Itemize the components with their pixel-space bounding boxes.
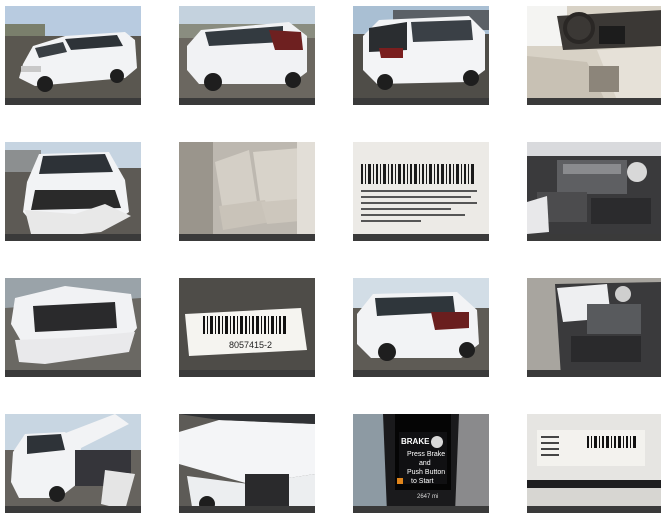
car-front-left-image xyxy=(5,6,141,105)
front-damage-image xyxy=(5,142,141,241)
photo-thumbnail-11[interactable] xyxy=(353,278,489,377)
photo-thumbnail-3[interactable] xyxy=(353,6,489,105)
photo-thumbnail-2[interactable] xyxy=(179,6,315,105)
cluster-line-1: Press Brake xyxy=(407,451,445,458)
cluster-brake-title: BRAKE xyxy=(401,437,430,446)
engine-bay-image xyxy=(527,142,661,241)
instrument-cluster-image: BRAKE Press Brake and Push Button to Sta… xyxy=(353,414,489,513)
engine-bay-image-2 xyxy=(527,278,661,377)
photo-thumbnail-7[interactable] xyxy=(353,142,489,241)
photo-thumbnail-6[interactable] xyxy=(179,142,315,241)
photo-thumbnail-13[interactable] xyxy=(5,414,141,513)
photo-thumbnail-8[interactable] xyxy=(527,142,661,241)
photo-thumbnail-10[interactable]: 8057415-2 xyxy=(179,278,315,377)
photo-thumbnail-15[interactable]: BRAKE Press Brake and Push Button to Sta… xyxy=(353,414,489,513)
photo-thumbnail-12[interactable] xyxy=(527,278,661,377)
car-rear-left-image xyxy=(179,6,315,105)
door-label-image xyxy=(527,414,661,513)
photo-thumbnail-4[interactable] xyxy=(527,6,661,105)
car-rear-left-image-2 xyxy=(353,278,489,377)
photo-gallery: 8057415-2 BRAKE Press Brake and Push But… xyxy=(0,0,661,513)
front-damage-closeup-image xyxy=(5,278,141,377)
photo-thumbnail-14[interactable] xyxy=(179,414,315,513)
barcode-sticker-image: 8057415-2 xyxy=(179,278,315,377)
cluster-line-4: to Start xyxy=(411,478,434,485)
odometer-reading: 2647 mi xyxy=(417,494,438,500)
hood-damage-image xyxy=(179,414,315,513)
rear-seats-image xyxy=(179,142,315,241)
car-rear-right-image xyxy=(353,6,489,105)
vin-label-image xyxy=(353,142,489,241)
photo-thumbnail-16[interactable] xyxy=(527,414,661,513)
cluster-line-2: and xyxy=(419,460,431,467)
cluster-line-3: Push Button xyxy=(407,469,445,476)
photo-thumbnail-1[interactable] xyxy=(5,6,141,105)
hood-open-front-image xyxy=(5,414,141,513)
barcode-number-label: 8057415-2 xyxy=(229,340,272,350)
photo-thumbnail-5[interactable] xyxy=(5,142,141,241)
photo-thumbnail-9[interactable] xyxy=(5,278,141,377)
interior-dashboard-image xyxy=(527,6,661,105)
